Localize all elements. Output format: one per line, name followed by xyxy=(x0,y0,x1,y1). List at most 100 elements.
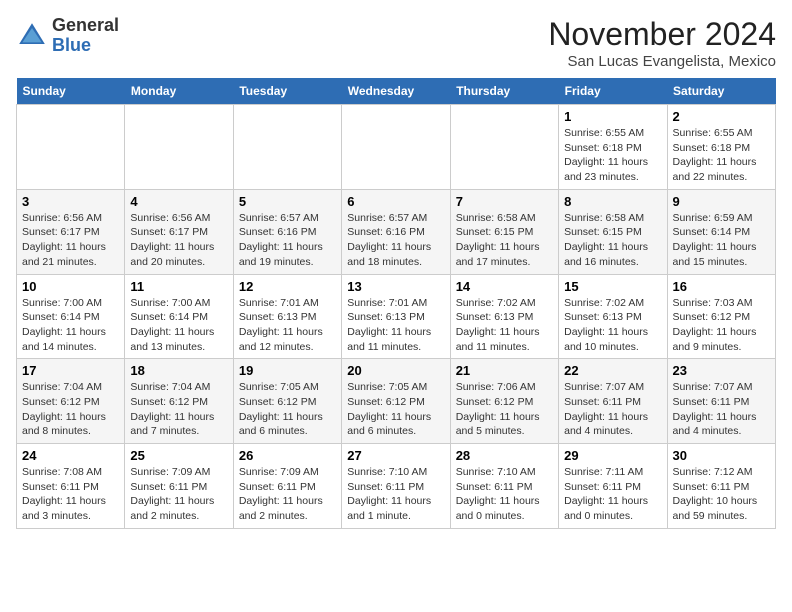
calendar-cell xyxy=(342,105,450,190)
day-number: 25 xyxy=(130,448,227,463)
day-number: 18 xyxy=(130,363,227,378)
day-number: 24 xyxy=(22,448,119,463)
day-info: Sunrise: 7:07 AM Sunset: 6:11 PM Dayligh… xyxy=(564,380,661,439)
calendar-cell: 29 Sunrise: 7:11 AM Sunset: 6:11 PM Dayli… xyxy=(559,444,667,529)
weekday-header-sunday: Sunday xyxy=(17,78,125,105)
weekday-header-saturday: Saturday xyxy=(667,78,775,105)
calendar-cell: 4Sunrise: 6:56 AM Sunset: 6:17 PM Daylig… xyxy=(125,189,233,274)
calendar-cell: 26 Sunrise: 7:09 AM Sunset: 6:11 PM Dayli… xyxy=(233,444,341,529)
day-number: 1 xyxy=(564,109,661,124)
day-info: Sunrise: 6:56 AM Sunset: 6:17 PM Dayligh… xyxy=(22,211,119,270)
calendar-cell: 21 Sunrise: 7:06 AM Sunset: 6:12 PM Dayli… xyxy=(450,359,558,444)
day-info: Sunrise: 6:58 AM Sunset: 6:15 PM Dayligh… xyxy=(564,211,661,270)
week-row-4: 17 Sunrise: 7:04 AM Sunset: 6:12 PM Dayli… xyxy=(17,359,776,444)
logo-blue: Blue xyxy=(52,35,91,55)
day-number: 10 xyxy=(22,279,119,294)
logo-general: General xyxy=(52,15,119,35)
calendar-cell: 1Sunrise: 6:55 AM Sunset: 6:18 PM Daylig… xyxy=(559,105,667,190)
day-number: 7 xyxy=(456,194,553,209)
calendar-cell xyxy=(233,105,341,190)
calendar-cell: 20 Sunrise: 7:05 AM Sunset: 6:12 PM Dayli… xyxy=(342,359,450,444)
day-number: 4 xyxy=(130,194,227,209)
weekday-header-friday: Friday xyxy=(559,78,667,105)
day-info: Sunrise: 7:06 AM Sunset: 6:12 PM Dayligh… xyxy=(456,380,553,439)
day-info: Sunrise: 6:57 AM Sunset: 6:16 PM Dayligh… xyxy=(239,211,336,270)
day-info: Sunrise: 6:59 AM Sunset: 6:14 PM Dayligh… xyxy=(673,211,770,270)
day-info: Sunrise: 7:09 AM Sunset: 6:11 PM Dayligh… xyxy=(130,465,227,524)
day-number: 21 xyxy=(456,363,553,378)
calendar-cell: 18 Sunrise: 7:04 AM Sunset: 6:12 PM Dayli… xyxy=(125,359,233,444)
week-row-2: 3 Sunrise: 6:56 AM Sunset: 6:17 PM Daylig… xyxy=(17,189,776,274)
calendar-cell: 19 Sunrise: 7:05 AM Sunset: 6:12 PM Dayli… xyxy=(233,359,341,444)
day-info: Sunrise: 7:05 AM Sunset: 6:12 PM Dayligh… xyxy=(347,380,444,439)
calendar-cell: 30 Sunrise: 7:12 AM Sunset: 6:11 PM Dayli… xyxy=(667,444,775,529)
day-info: Sunrise: 7:00 AM Sunset: 6:14 PM Dayligh… xyxy=(130,296,227,355)
calendar-cell: 23 Sunrise: 7:07 AM Sunset: 6:11 PM Dayli… xyxy=(667,359,775,444)
calendar-cell: 17 Sunrise: 7:04 AM Sunset: 6:12 PM Dayli… xyxy=(17,359,125,444)
calendar-cell: 10 Sunrise: 7:00 AM Sunset: 6:14 PM Dayli… xyxy=(17,274,125,359)
day-number: 27 xyxy=(347,448,444,463)
day-info: Sunrise: 7:01 AM Sunset: 6:13 PM Dayligh… xyxy=(347,296,444,355)
calendar-cell: 9 Sunrise: 6:59 AM Sunset: 6:14 PM Daylig… xyxy=(667,189,775,274)
day-info: Sunrise: 7:04 AM Sunset: 6:12 PM Dayligh… xyxy=(22,380,119,439)
logo-icon xyxy=(16,20,48,52)
day-info: Sunrise: 7:10 AM Sunset: 6:11 PM Dayligh… xyxy=(347,465,444,524)
day-number: 19 xyxy=(239,363,336,378)
calendar-cell xyxy=(125,105,233,190)
weekday-header-tuesday: Tuesday xyxy=(233,78,341,105)
calendar-cell: 8 Sunrise: 6:58 AM Sunset: 6:15 PM Daylig… xyxy=(559,189,667,274)
day-number: 23 xyxy=(673,363,770,378)
calendar-cell: 22Sunrise: 7:07 AM Sunset: 6:11 PM Dayli… xyxy=(559,359,667,444)
calendar-cell: 14 Sunrise: 7:02 AM Sunset: 6:13 PM Dayli… xyxy=(450,274,558,359)
day-number: 12 xyxy=(239,279,336,294)
day-number: 13 xyxy=(347,279,444,294)
weekday-header-wednesday: Wednesday xyxy=(342,78,450,105)
day-number: 29 xyxy=(564,448,661,463)
day-number: 6 xyxy=(347,194,444,209)
day-info: Sunrise: 7:05 AM Sunset: 6:12 PM Dayligh… xyxy=(239,380,336,439)
day-number: 11 xyxy=(130,279,227,294)
day-number: 17 xyxy=(22,363,119,378)
day-number: 20 xyxy=(347,363,444,378)
day-info: Sunrise: 7:01 AM Sunset: 6:13 PM Dayligh… xyxy=(239,296,336,355)
day-info: Sunrise: 7:07 AM Sunset: 6:11 PM Dayligh… xyxy=(673,380,770,439)
title-block: November 2024 San Lucas Evangelista, Mex… xyxy=(548,16,776,70)
calendar-cell: 6Sunrise: 6:57 AM Sunset: 6:16 PM Daylig… xyxy=(342,189,450,274)
day-number: 9 xyxy=(673,194,770,209)
week-row-1: 1Sunrise: 6:55 AM Sunset: 6:18 PM Daylig… xyxy=(17,105,776,190)
calendar-cell: 7 Sunrise: 6:58 AM Sunset: 6:15 PM Daylig… xyxy=(450,189,558,274)
day-number: 26 xyxy=(239,448,336,463)
day-number: 5 xyxy=(239,194,336,209)
weekday-header-thursday: Thursday xyxy=(450,78,558,105)
day-number: 3 xyxy=(22,194,119,209)
day-info: Sunrise: 7:03 AM Sunset: 6:12 PM Dayligh… xyxy=(673,296,770,355)
day-number: 14 xyxy=(456,279,553,294)
weekday-header-row: SundayMondayTuesdayWednesdayThursdayFrid… xyxy=(17,78,776,105)
day-info: Sunrise: 7:02 AM Sunset: 6:13 PM Dayligh… xyxy=(456,296,553,355)
calendar-cell: 16Sunrise: 7:03 AM Sunset: 6:12 PM Dayli… xyxy=(667,274,775,359)
logo: General Blue xyxy=(16,16,119,56)
day-number: 15 xyxy=(564,279,661,294)
day-info: Sunrise: 6:58 AM Sunset: 6:15 PM Dayligh… xyxy=(456,211,553,270)
calendar-cell: 11 Sunrise: 7:00 AM Sunset: 6:14 PM Dayli… xyxy=(125,274,233,359)
day-info: Sunrise: 7:12 AM Sunset: 6:11 PM Dayligh… xyxy=(673,465,770,524)
day-info: Sunrise: 7:10 AM Sunset: 6:11 PM Dayligh… xyxy=(456,465,553,524)
calendar-cell: 15Sunrise: 7:02 AM Sunset: 6:13 PM Dayli… xyxy=(559,274,667,359)
day-info: Sunrise: 7:04 AM Sunset: 6:12 PM Dayligh… xyxy=(130,380,227,439)
calendar-cell: 2Sunrise: 6:55 AM Sunset: 6:18 PM Daylig… xyxy=(667,105,775,190)
page-header: General Blue November 2024 San Lucas Eva… xyxy=(16,16,776,70)
month-title: November 2024 xyxy=(548,16,776,53)
day-info: Sunrise: 7:08 AM Sunset: 6:11 PM Dayligh… xyxy=(22,465,119,524)
day-info: Sunrise: 7:09 AM Sunset: 6:11 PM Dayligh… xyxy=(239,465,336,524)
calendar-cell: 27 Sunrise: 7:10 AM Sunset: 6:11 PM Dayli… xyxy=(342,444,450,529)
weekday-header-monday: Monday xyxy=(125,78,233,105)
day-info: Sunrise: 7:11 AM Sunset: 6:11 PM Dayligh… xyxy=(564,465,661,524)
day-number: 30 xyxy=(673,448,770,463)
week-row-3: 10 Sunrise: 7:00 AM Sunset: 6:14 PM Dayli… xyxy=(17,274,776,359)
calendar-cell: 28 Sunrise: 7:10 AM Sunset: 6:11 PM Dayli… xyxy=(450,444,558,529)
day-number: 2 xyxy=(673,109,770,124)
day-number: 28 xyxy=(456,448,553,463)
day-number: 8 xyxy=(564,194,661,209)
day-info: Sunrise: 7:00 AM Sunset: 6:14 PM Dayligh… xyxy=(22,296,119,355)
calendar-cell xyxy=(17,105,125,190)
